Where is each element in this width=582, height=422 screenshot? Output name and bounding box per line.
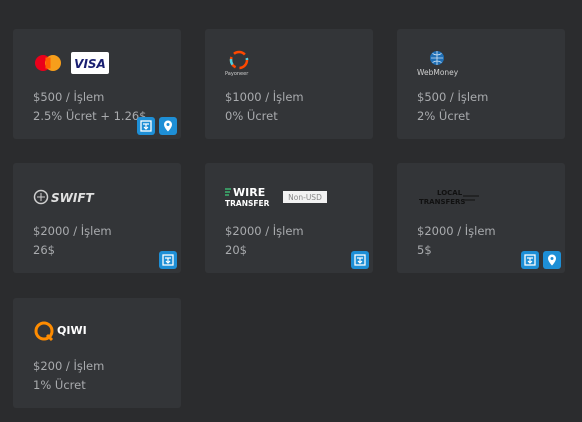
- svg-text:VISA: VISA: [74, 57, 106, 71]
- payment-card-payoneer[interactable]: Payoneer $1000 / İşlem 0% Ücret: [205, 29, 373, 139]
- svg-text:QIWI: QIWI: [57, 324, 87, 337]
- withdraw-icon[interactable]: [137, 117, 155, 135]
- fee: 20$: [225, 243, 247, 257]
- svg-text:LOCAL: LOCAL: [437, 189, 463, 197]
- logos: VISA: [33, 49, 109, 77]
- payoneer-logo: Payoneer: [225, 50, 249, 77]
- svg-text:TRANSFER: TRANSFER: [225, 199, 270, 208]
- location-pin-icon[interactable]: [543, 251, 561, 269]
- transaction-limit: $2000 / İşlem: [33, 224, 112, 238]
- transaction-limit: $2000 / İşlem: [225, 224, 304, 238]
- fee: 5$: [417, 243, 432, 257]
- payment-card-local-transfers[interactable]: LOCAL TRANSFERS $2000 / İşlem 5$: [397, 163, 565, 273]
- wire-transfer-logo: WIRE TRANSFER: [225, 186, 270, 208]
- local-transfers-logo: LOCAL TRANSFERS: [419, 189, 479, 206]
- logos: WebMoney: [417, 49, 465, 77]
- logos: WIRE TRANSFER Non-USD: [225, 183, 327, 211]
- fee: 0% Ücret: [225, 109, 278, 123]
- svg-text:Payoneer: Payoneer: [225, 71, 249, 77]
- qiwi-logo: QIWI: [34, 321, 87, 342]
- svg-text:WIRE: WIRE: [233, 186, 265, 199]
- logos: Payoneer: [225, 49, 257, 77]
- logos: SWIFT: [33, 183, 97, 211]
- location-pin-icon[interactable]: [159, 117, 177, 135]
- fee: 2% Ücret: [417, 109, 470, 123]
- payment-card-wire-transfer[interactable]: WIRE TRANSFER Non-USD $2000 / İşlem 20$: [205, 163, 373, 273]
- payment-card-qiwi[interactable]: QIWI $200 / İşlem 1% Ücret: [13, 298, 181, 408]
- transaction-limit: $500 / İşlem: [417, 90, 489, 104]
- payment-card-webmoney[interactable]: WebMoney $500 / İşlem 2% Ücret: [397, 29, 565, 139]
- svg-text:SWIFT: SWIFT: [51, 191, 95, 205]
- fee: 2.5% Ücret + 1.26$: [33, 109, 147, 123]
- svg-text:Non-USD: Non-USD: [288, 193, 322, 202]
- svg-text:WebMoney: WebMoney: [417, 68, 459, 77]
- webmoney-logo: WebMoney: [417, 51, 459, 77]
- transaction-limit: $1000 / İşlem: [225, 90, 304, 104]
- logos: QIWI: [33, 318, 95, 346]
- mastercard-logo: [35, 55, 61, 71]
- non-usd-badge: Non-USD: [283, 191, 327, 203]
- payment-card-swift[interactable]: SWIFT $2000 / İşlem 26$: [13, 163, 181, 273]
- logos: LOCAL TRANSFERS: [417, 183, 481, 211]
- withdraw-icon[interactable]: [351, 251, 369, 269]
- svg-text:TRANSFERS: TRANSFERS: [419, 198, 465, 206]
- transaction-limit: $2000 / İşlem: [417, 224, 496, 238]
- fee: 26$: [33, 243, 55, 257]
- transaction-limit: $500 / İşlem: [33, 90, 105, 104]
- swift-logo: SWIFT: [33, 189, 95, 205]
- visa-logo: VISA: [71, 52, 109, 74]
- transaction-limit: $200 / İşlem: [33, 359, 105, 373]
- fee: 1% Ücret: [33, 378, 86, 392]
- payment-card-visa-mastercard[interactable]: VISA $500 / İşlem 2.5% Ücret + 1.26$: [13, 29, 181, 139]
- withdraw-icon[interactable]: [521, 251, 539, 269]
- withdraw-icon[interactable]: [159, 251, 177, 269]
